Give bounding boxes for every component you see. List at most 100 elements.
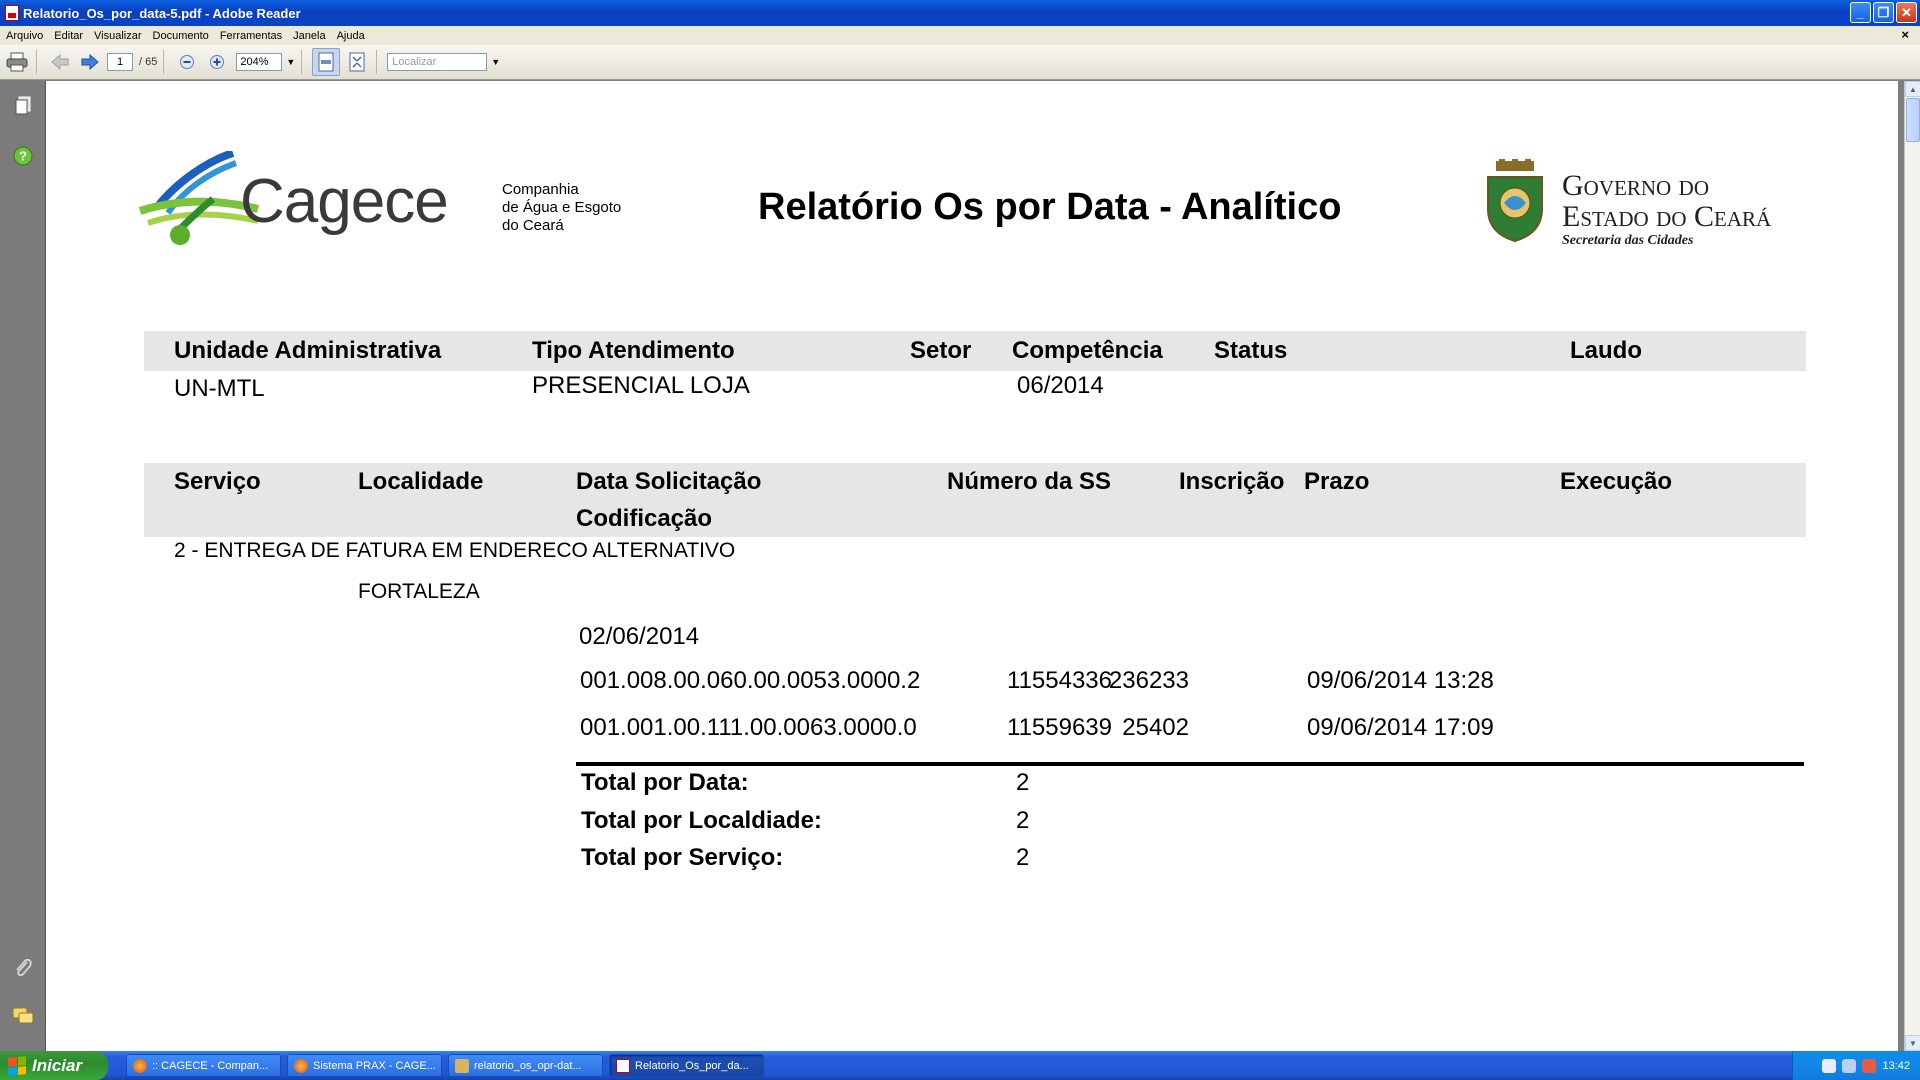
vertical-scrollbar[interactable]: ▲ ▼ xyxy=(1904,81,1920,1051)
scroll-thumb[interactable] xyxy=(1906,98,1920,142)
competencia-value: 06/2014 xyxy=(1017,372,1104,399)
toolbar: 1 / 65 204% ▼ Localizar ▼ xyxy=(0,45,1920,80)
taskbar-item-label: Sistema PRAX - CAGE... xyxy=(313,1059,436,1072)
total-label: Total por Serviço: xyxy=(581,844,784,871)
government-name: Governo do Estado do Ceará Secretaria da… xyxy=(1562,171,1771,249)
zoom-level-select[interactable]: 204% xyxy=(236,53,283,71)
svg-text:?: ? xyxy=(19,149,27,164)
col-inscricao: Inscrição xyxy=(1179,468,1285,495)
col-servico: Serviço xyxy=(174,468,261,495)
navigation-panel: ? xyxy=(0,81,46,1051)
servico-value: 2 - ENTREGA DE FATURA EM ENDERECO ALTERN… xyxy=(174,539,736,562)
scroll-up-icon[interactable]: ▲ xyxy=(1905,81,1920,97)
col-unidade-administrativa: Unidade Administrativa xyxy=(174,337,442,364)
report-title: Relatório Os por Data - Analítico xyxy=(758,186,1342,228)
pdf-icon xyxy=(5,5,19,21)
toolbar-separator xyxy=(163,50,165,74)
close-button[interactable]: ✕ xyxy=(1896,2,1917,23)
toolbar-separator xyxy=(36,50,37,74)
find-input[interactable]: Localizar xyxy=(387,53,488,71)
col-prazo: Prazo xyxy=(1304,468,1370,495)
taskbar-item-firefox-prax[interactable]: Sistema PRAX - CAGE... xyxy=(287,1054,442,1077)
page-total: / 65 xyxy=(139,56,158,68)
zoom-in-icon[interactable] xyxy=(204,49,230,75)
col-codificacao: Codificação xyxy=(576,505,713,532)
menu-documento[interactable]: Documento xyxy=(153,30,209,42)
title-bar: Relatorio_Os_por_data-5.pdf - Adobe Read… xyxy=(0,0,1920,26)
zoom-out-icon[interactable] xyxy=(174,49,200,75)
company-line-2: de Água e Esgoto xyxy=(502,199,622,216)
help-tray-icon[interactable] xyxy=(1822,1058,1837,1073)
menu-editar[interactable]: Editar xyxy=(54,30,83,42)
pages-icon[interactable] xyxy=(12,95,34,117)
menu-ferramentas[interactable]: Ferramentas xyxy=(220,30,282,42)
fit-page-icon[interactable] xyxy=(344,49,370,75)
taskbar-item-relatorio-folder[interactable]: relatorio_os_opr-dat... xyxy=(448,1054,603,1077)
total-value: 2 xyxy=(1016,844,1030,871)
restore-button[interactable]: ❐ xyxy=(1873,2,1894,23)
start-button[interactable]: Iniciar xyxy=(0,1051,108,1080)
network-tray-icon[interactable] xyxy=(1842,1058,1857,1073)
col-status: Status xyxy=(1214,337,1288,364)
menu-visualizar[interactable]: Visualizar xyxy=(94,30,142,42)
taskbar-item-firefox-cagece[interactable]: :: CAGECE - Compan... xyxy=(126,1054,281,1077)
find-dropdown-icon[interactable]: ▼ xyxy=(491,57,500,67)
col-tipo-atendimento: Tipo Atendimento xyxy=(532,337,735,364)
attachment-icon[interactable] xyxy=(12,957,34,979)
toolbar-separator xyxy=(376,50,378,74)
toolbar-separator xyxy=(301,50,303,74)
total-value: 2 xyxy=(1016,807,1030,834)
taskbar-item-label: :: CAGECE - Compan... xyxy=(152,1059,269,1072)
zoom-dropdown-icon[interactable]: ▼ xyxy=(286,57,295,67)
unidade-value: UN-MTL xyxy=(174,375,265,402)
previous-page-icon[interactable] xyxy=(47,49,73,75)
data-value: 02/06/2014 xyxy=(579,623,700,650)
taskbar: Iniciar :: CAGECE - Compan... Sistema PR… xyxy=(0,1051,1920,1080)
col-localidade: Localidade xyxy=(358,468,484,495)
window-title: Relatorio_Os_por_data-5.pdf - Adobe Read… xyxy=(23,5,301,21)
totals-divider xyxy=(576,762,1804,766)
localidade-value: FORTALEZA xyxy=(358,580,480,603)
inscricao-cell: 25402 xyxy=(1122,714,1189,741)
total-value: 2 xyxy=(1016,769,1030,796)
col-setor: Setor xyxy=(910,337,972,364)
col-competencia: Competência xyxy=(1012,337,1163,364)
fit-width-icon[interactable] xyxy=(312,48,341,76)
page-number-input[interactable]: 1 xyxy=(107,53,133,71)
firefox-icon xyxy=(294,1058,308,1073)
document-close-button[interactable]: × xyxy=(1901,27,1909,42)
prazo-cell: 09/06/2014 17:09 xyxy=(1307,714,1494,741)
government-line-3: Secretaria das Cidades xyxy=(1562,233,1694,248)
menu-ajuda[interactable]: Ajuda xyxy=(337,30,365,42)
taskbar-item-adobe-reader[interactable]: Relatorio_Os_por_da... xyxy=(609,1054,764,1077)
scroll-down-icon[interactable]: ▼ xyxy=(1905,1035,1920,1051)
next-page-icon[interactable] xyxy=(77,49,103,75)
numero-ss-cell: 11554336 xyxy=(1007,667,1112,694)
col-laudo: Laudo xyxy=(1570,337,1642,364)
windows-logo-icon xyxy=(8,1055,26,1076)
menu-janela[interactable]: Janela xyxy=(293,30,325,42)
minimize-button[interactable]: _ xyxy=(1850,2,1871,23)
codificacao-cell: 001.001.00.111.00.0063.0000.0 xyxy=(580,714,917,741)
menu-arquivo[interactable]: Arquivo xyxy=(6,30,43,42)
total-label: Total por Data: xyxy=(581,769,749,796)
col-data-solicitacao: Data Solicitação xyxy=(576,468,762,495)
report-icon xyxy=(455,1058,469,1073)
company-line-1: Companhia xyxy=(502,181,579,198)
inscricao-cell: 236233 xyxy=(1108,667,1189,694)
codificacao-cell: 001.008.00.060.00.0053.0000.2 xyxy=(580,667,921,694)
print-icon[interactable] xyxy=(4,49,30,75)
ceara-coat-of-arms xyxy=(1482,159,1548,243)
window-controls: _ ❐ ✕ xyxy=(1850,2,1917,23)
col-numero-ss: Número da SS xyxy=(947,468,1112,495)
government-line-2: Estado do Ceará xyxy=(1562,200,1772,233)
security-tray-icon[interactable] xyxy=(1862,1058,1877,1073)
firefox-icon xyxy=(133,1058,147,1073)
prazo-cell: 09/06/2014 13:28 xyxy=(1307,667,1494,694)
help-icon[interactable]: ? xyxy=(12,145,34,167)
col-execucao: Execução xyxy=(1560,468,1673,495)
comments-icon[interactable] xyxy=(12,1005,34,1027)
government-line-1: Governo do xyxy=(1562,169,1709,202)
total-label: Total por Localdiade: xyxy=(581,807,822,834)
clock: 13:42 xyxy=(1882,1059,1910,1072)
